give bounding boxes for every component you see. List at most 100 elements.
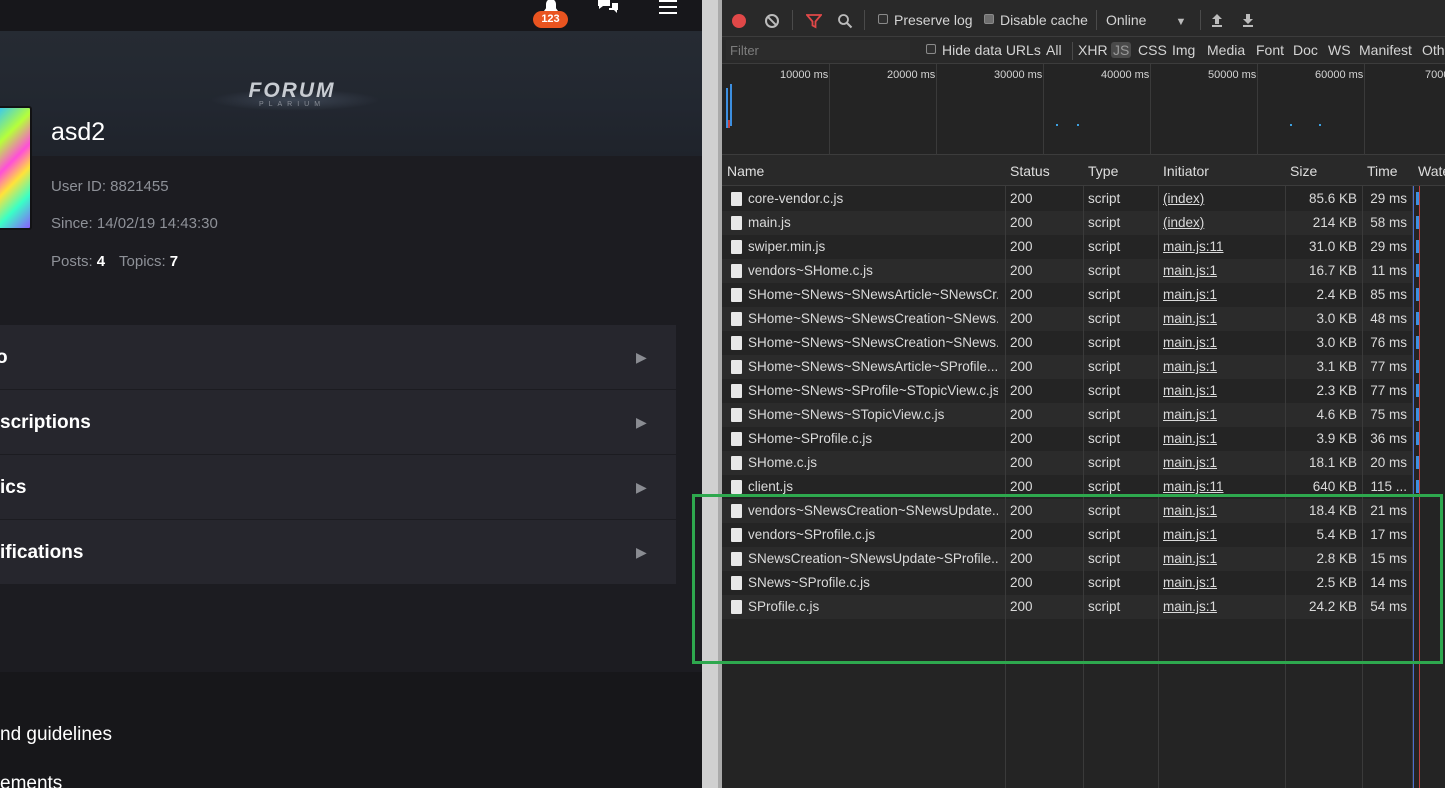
posts-count: 4 (96, 253, 106, 270)
avatar (0, 106, 32, 230)
cell-initiator[interactable]: main.js:1 (1163, 335, 1273, 350)
overview-bar (728, 120, 730, 128)
cell-name: SHome.c.js (748, 455, 818, 470)
checkbox-icon (878, 14, 888, 24)
search-icon[interactable] (837, 13, 853, 29)
import-har-icon[interactable] (1210, 12, 1224, 28)
cell-type: script (1088, 239, 1121, 254)
panel-divider[interactable] (702, 0, 722, 788)
filter-type-img[interactable]: Img (1172, 42, 1195, 58)
hamburger-menu-icon[interactable] (656, 0, 682, 31)
filter-type-all[interactable]: All (1046, 42, 1062, 58)
cell-initiator[interactable]: main.js:1 (1163, 407, 1273, 422)
table-row[interactable]: SHome~SNews~SNewsArticle~SNewsCr... 200 sc… (722, 283, 1412, 307)
clear-icon[interactable] (764, 13, 780, 29)
filter-input[interactable] (726, 40, 910, 60)
profile-banner: FORUM PLARIUM (0, 31, 702, 156)
menu-item-label: scriptions (0, 412, 91, 433)
filter-type-ws[interactable]: WS (1328, 42, 1351, 58)
cell-type: script (1088, 287, 1121, 302)
file-icon (731, 264, 742, 278)
disable-cache-checkbox[interactable]: Disable cache (984, 12, 1088, 28)
filter-type-font[interactable]: Font (1256, 42, 1284, 58)
column-header-initiator[interactable]: Initiator (1163, 163, 1209, 179)
cell-initiator[interactable]: main.js:1 (1163, 455, 1273, 470)
table-row[interactable]: SHome~SNews~SNewsCreation~SNews... 200 scr… (722, 307, 1412, 331)
cell-initiator[interactable]: main.js:11 (1163, 239, 1273, 254)
filter-type-manifest[interactable]: Manifest (1359, 42, 1412, 58)
cell-type: script (1088, 431, 1121, 446)
record-icon[interactable] (731, 13, 747, 29)
preserve-log-checkbox[interactable]: Preserve log (878, 12, 973, 28)
filter-type-doc[interactable]: Doc (1293, 42, 1318, 58)
profile-menu-item-subscriptions[interactable]: scriptions ▶ (0, 390, 676, 454)
overview-dot (1290, 124, 1292, 126)
table-row[interactable]: vendors~SHome.c.js 200 script main.js:1 16.7… (722, 259, 1412, 283)
cell-time: 75 ms (1370, 407, 1407, 422)
cell-initiator[interactable]: main.js:1 (1163, 359, 1273, 374)
file-icon (731, 480, 742, 494)
column-header-time[interactable]: Time (1367, 163, 1398, 179)
overview-dot (1319, 124, 1321, 126)
cell-name: SHome~SNews~SNewsArticle~SProfile... (748, 359, 998, 374)
waterfall-bar (1416, 216, 1419, 229)
column-header-type[interactable]: Type (1088, 163, 1118, 179)
cell-size: 3.0 KB (1316, 335, 1357, 350)
filter-icon[interactable] (806, 13, 822, 29)
column-header-status[interactable]: Status (1010, 163, 1050, 179)
table-row[interactable]: SHome~SProfile.c.js 200 script main.js:1 3.9… (722, 427, 1412, 451)
table-row[interactable]: swiper.min.js 200 script main.js:11 31.0 KB 2… (722, 235, 1412, 259)
cell-type: script (1088, 479, 1121, 494)
table-row[interactable]: SHome.c.js 200 script main.js:1 18.1 KB 20 ms (722, 451, 1412, 475)
cell-initiator[interactable]: main.js:1 (1163, 287, 1273, 302)
column-header-size[interactable]: Size (1290, 163, 1317, 179)
table-row[interactable]: core-vendor.c.js 200 script (index) 85.6 KB 2… (722, 187, 1412, 211)
cell-time: 85 ms (1370, 287, 1407, 302)
filter-type-js[interactable]: JS (1111, 42, 1132, 58)
export-har-icon[interactable] (1241, 12, 1255, 28)
profile-menu-item-1[interactable]: o ▶ (0, 325, 676, 389)
cell-initiator[interactable]: main.js:1 (1163, 263, 1273, 278)
table-header: Name Status Type Initiator Size Time Wat… (722, 155, 1445, 186)
filter-type-other[interactable]: Oth (1422, 42, 1445, 58)
table-row[interactable]: SHome~SNews~SProfile~STopicView.c.js 200 s… (722, 379, 1412, 403)
cell-size: 3.9 KB (1316, 431, 1357, 446)
column-header-name[interactable]: Name (727, 163, 764, 179)
profile-menu-item-topics[interactable]: ics ▶ (0, 455, 676, 519)
table-row[interactable]: SHome~SNews~SNewsArticle~SProfile... 200 s… (722, 355, 1412, 379)
forum-logo[interactable]: FORUM PLARIUM (236, 79, 348, 109)
overview-tick-label: 20000 ms (887, 69, 936, 81)
chat-icon[interactable] (594, 0, 620, 31)
table-row[interactable]: SHome~SNews~STopicView.c.js 200 script main… (722, 403, 1412, 427)
cell-type: script (1088, 407, 1121, 422)
posts-label: Posts: (51, 253, 93, 270)
filter-type-media[interactable]: Media (1207, 42, 1245, 58)
cell-initiator[interactable]: main.js:1 (1163, 383, 1273, 398)
filter-type-css[interactable]: CSS (1138, 42, 1167, 58)
network-overview-timeline[interactable]: 10000 ms 20000 ms 30000 ms 40000 ms 5000… (722, 64, 1445, 155)
overview-tick-label: 30000 ms (994, 69, 1043, 81)
chevron-right-icon: ▶ (636, 479, 647, 495)
waterfall-bar (1416, 312, 1419, 325)
profile-menu-item-notifications[interactable]: ifications ▶ (0, 520, 676, 584)
member-since: Since: 14/02/19 14:43:30 (51, 215, 218, 232)
cell-initiator[interactable]: main.js:1 (1163, 431, 1273, 446)
filter-type-xhr[interactable]: XHR (1078, 42, 1108, 58)
column-header-waterfall[interactable]: Wate (1418, 163, 1445, 179)
footer-link-agreements[interactable]: ements (0, 773, 62, 788)
throttling-select[interactable]: Online ▼ (1106, 12, 1186, 28)
cell-initiator[interactable]: (index) (1163, 215, 1273, 230)
hide-data-urls-checkbox[interactable]: Hide data URLs (926, 42, 1041, 58)
logo-main-text: FORUM (248, 79, 336, 102)
table-row[interactable]: SHome~SNews~SNewsCreation~SNews... 200 scr… (722, 331, 1412, 355)
waterfall-bar (1416, 480, 1419, 493)
cell-initiator[interactable]: (index) (1163, 191, 1273, 206)
footer-link-guidelines[interactable]: nd guidelines (0, 724, 112, 746)
file-icon (731, 240, 742, 254)
overview-tick-label: 60000 ms (1315, 69, 1364, 81)
table-row[interactable]: main.js 200 script (index) 214 KB 58 ms (722, 211, 1412, 235)
cell-initiator[interactable]: main.js:11 (1163, 479, 1273, 494)
chevron-right-icon: ▶ (636, 414, 647, 430)
cell-status: 200 (1010, 431, 1033, 446)
cell-initiator[interactable]: main.js:1 (1163, 311, 1273, 326)
